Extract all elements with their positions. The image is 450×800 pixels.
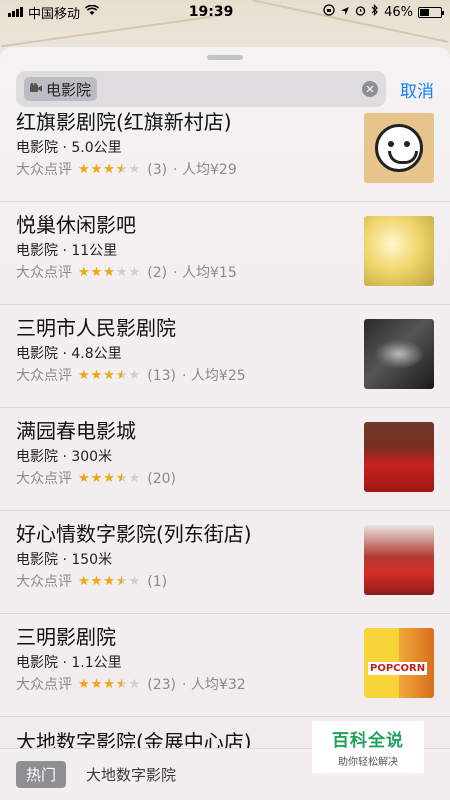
rating-stars: ★★★★★★★★★★ [78, 574, 142, 589]
wifi-icon [84, 4, 100, 20]
distance-label: 1.1公里 [71, 655, 122, 671]
result-thumbnail[interactable]: POPCORN [364, 628, 434, 698]
film-icon [30, 82, 42, 96]
review-count: (20) [147, 471, 177, 487]
result-item[interactable]: 悦巢休闲影吧 电影院 · 11公里 大众点评 ★★★★★★★★★★ (2) · … [0, 202, 450, 305]
price-label: · 人均¥15 [173, 265, 237, 281]
search-token-label: 电影院 [46, 80, 92, 99]
status-time: 19:39 [188, 4, 234, 20]
distance-label: 4.8公里 [71, 346, 122, 362]
result-item[interactable]: 三明市人民影剧院 电影院 · 4.8公里 大众点评 ★★★★★★★★★★ (13… [0, 305, 450, 408]
search-row: 电影院 ✕ 取消 [0, 67, 450, 111]
watermark-sub: 助你轻松解决 [338, 757, 398, 768]
review-source: 大众点评 [16, 265, 72, 281]
category-label: 电影院 [16, 449, 58, 465]
distance-label: 300米 [71, 449, 113, 465]
review-source: 大众点评 [16, 574, 72, 590]
category-label: 电影院 [16, 552, 58, 568]
watermark-logo: 百科全说 助你轻松解决 [312, 721, 424, 773]
category-label: 电影院 [16, 140, 58, 156]
rating-stars: ★★★★★★★★★★ [78, 677, 142, 692]
suggestion-item[interactable]: 大地数字影院 [86, 764, 176, 785]
rating-stars: ★★★★★★★★★★ [78, 265, 142, 280]
result-name: 悦巢休闲影吧 [16, 213, 136, 237]
rating-stars: ★★★★★★★★★★ [78, 471, 142, 486]
result-item[interactable]: 好心情数字影院(列东街店) 电影院 · 150米 大众点评 ★★★★★★★★★★… [0, 511, 450, 614]
result-item[interactable]: 红旗影剧院(红旗新村店) 电影院 · 5.0公里 大众点评 ★★★★★★★★★★… [0, 111, 450, 202]
lock-rotation-icon [323, 4, 335, 20]
result-name: 满园春电影城 [16, 419, 136, 443]
review-source: 大众点评 [16, 677, 72, 693]
bluetooth-icon [371, 4, 379, 20]
result-name: 红旗影剧院(红旗新村店) [16, 111, 232, 134]
category-label: 电影院 [16, 346, 58, 362]
result-name: 三明市人民影剧院 [16, 316, 176, 340]
price-label: · 人均¥25 [182, 368, 246, 384]
result-thumbnail[interactable] [364, 525, 434, 595]
results-list[interactable]: 红旗影剧院(红旗新村店) 电影院 · 5.0公里 大众点评 ★★★★★★★★★★… [0, 111, 450, 751]
review-count: (2) [147, 265, 168, 281]
result-thumbnail[interactable] [364, 319, 434, 389]
price-label: · 人均¥29 [173, 162, 237, 178]
clear-icon[interactable]: ✕ [362, 81, 378, 97]
hot-chip[interactable]: 热门 [16, 761, 67, 788]
review-count: (13) [147, 368, 177, 384]
review-count: (1) [147, 574, 168, 590]
result-thumbnail[interactable] [364, 113, 434, 183]
results-sheet[interactable]: 电影院 ✕ 取消 红旗影剧院(红旗新村店) 电影院 · 5.0公里 大众点评 ★… [0, 47, 450, 800]
signal-icon [8, 7, 23, 17]
review-source: 大众点评 [16, 471, 72, 487]
distance-label: 5.0公里 [71, 140, 122, 156]
review-count: (23) [147, 677, 177, 693]
distance-label: 11公里 [71, 243, 118, 259]
rating-stars: ★★★★★★★★★★ [78, 162, 142, 177]
search-field[interactable]: 电影院 ✕ [16, 71, 386, 107]
review-source: 大众点评 [16, 368, 72, 384]
location-icon [340, 5, 350, 20]
distance-label: 150米 [71, 552, 113, 568]
result-thumbnail[interactable] [364, 422, 434, 492]
result-item[interactable]: 三明影剧院 电影院 · 1.1公里 大众点评 ★★★★★★★★★★ (23) ·… [0, 614, 450, 717]
battery-percent: 46% [384, 4, 413, 20]
category-label: 电影院 [16, 655, 58, 671]
rating-stars: ★★★★★★★★★★ [78, 368, 142, 383]
carrier-label: 中国移动 [28, 6, 81, 22]
result-item[interactable]: 满园春电影城 电影院 · 300米 大众点评 ★★★★★★★★★★ (20) [0, 408, 450, 511]
review-count: (3) [147, 162, 168, 178]
result-name: 好心情数字影院(列东街店) [16, 522, 252, 546]
search-token[interactable]: 电影院 [24, 77, 98, 101]
review-source: 大众点评 [16, 162, 72, 178]
sheet-grabber[interactable] [207, 55, 243, 60]
price-label: · 人均¥32 [182, 677, 246, 693]
status-bar: 中国移动 19:39 46% [0, 0, 450, 24]
watermark-main: 百科全说 [332, 731, 404, 751]
alarm-icon [355, 5, 366, 20]
result-thumbnail[interactable] [364, 216, 434, 286]
battery-icon [418, 6, 444, 18]
result-name: 三明影剧院 [16, 625, 116, 649]
cancel-button[interactable]: 取消 [400, 77, 434, 102]
category-label: 电影院 [16, 243, 58, 259]
